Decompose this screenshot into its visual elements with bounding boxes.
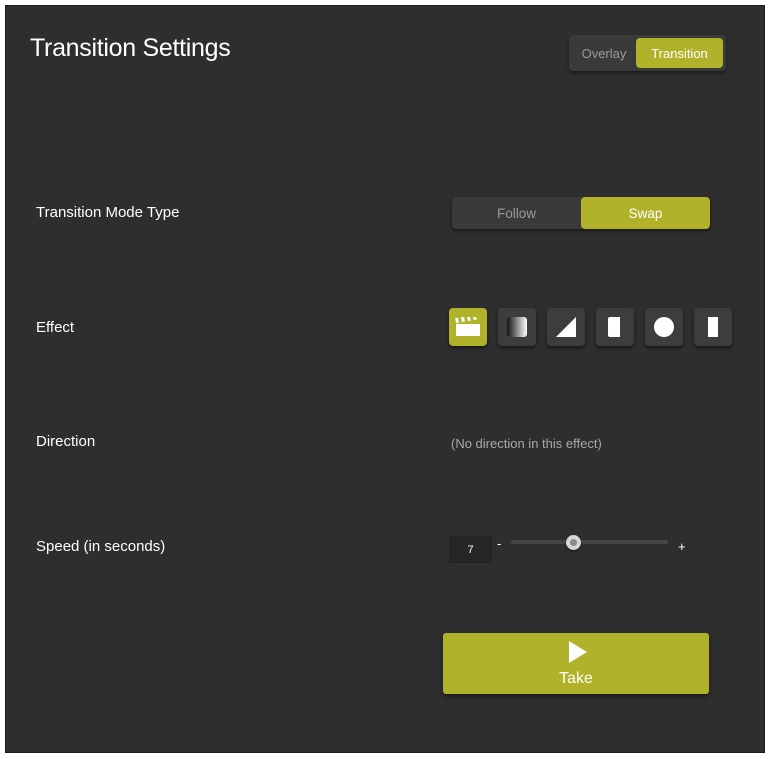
page-title: Transition Settings (30, 34, 231, 62)
effect-wipe-button[interactable] (547, 308, 585, 346)
direction-note: (No direction in this effect) (451, 436, 602, 451)
transition-mode-toggle: Follow Swap (452, 197, 710, 229)
tab-transition[interactable]: Transition (636, 38, 723, 68)
speed-slider-track[interactable] (511, 540, 668, 544)
effect-options (449, 308, 732, 346)
gradient-fade-icon (507, 317, 527, 337)
mode-swap-button[interactable]: Swap (581, 197, 710, 229)
transition-settings-panel: Transition Settings Overlay Transition T… (5, 5, 765, 753)
clapperboard-icon (455, 317, 480, 336)
circle-icon (654, 317, 674, 337)
effect-bar-button[interactable] (596, 308, 634, 346)
speed-increase-button[interactable]: + (678, 539, 686, 554)
effect-label: Effect (36, 319, 75, 336)
effect-circle-button[interactable] (645, 308, 683, 346)
rounded-bar-icon (608, 317, 620, 337)
effect-cut-button[interactable] (449, 308, 487, 346)
speed-decrease-button[interactable]: - (497, 536, 501, 551)
tab-group: Overlay Transition (569, 35, 726, 71)
transition-mode-label: Transition Mode Type (36, 204, 180, 221)
diagonal-wipe-icon (556, 317, 576, 337)
speed-value-input[interactable]: 7 (449, 536, 492, 563)
mode-follow-button[interactable]: Follow (452, 197, 581, 229)
play-icon (569, 641, 587, 663)
speed-slider-thumb[interactable] (566, 535, 582, 550)
tab-overlay[interactable]: Overlay (572, 38, 636, 68)
effect-fade-button[interactable] (498, 308, 536, 346)
vertical-bar-icon (708, 317, 718, 337)
take-button[interactable]: Take (443, 633, 709, 694)
take-label: Take (559, 670, 593, 687)
speed-label: Speed (in seconds) (36, 538, 166, 555)
direction-label: Direction (36, 433, 96, 450)
effect-slide-button[interactable] (694, 308, 732, 346)
